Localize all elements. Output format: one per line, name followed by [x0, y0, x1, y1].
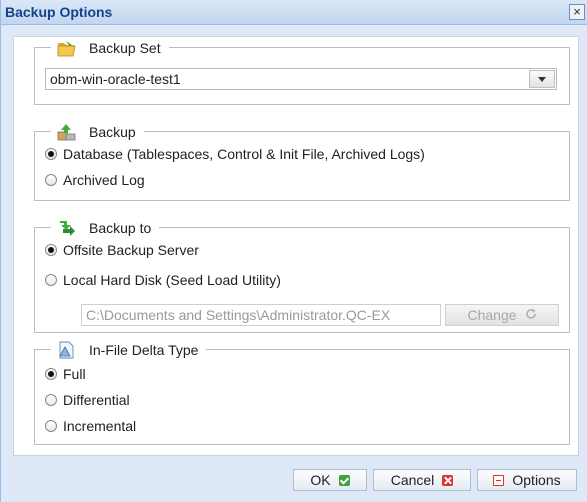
- backup-destination-icon: [57, 219, 77, 237]
- backup-upload-icon: [57, 123, 77, 141]
- refresh-icon: [525, 307, 537, 323]
- delta-document-icon: [57, 341, 77, 359]
- radio-button[interactable]: [45, 420, 57, 432]
- backup-to-label: Backup to: [89, 220, 152, 236]
- close-x-icon: [442, 474, 454, 486]
- backup-set-legend: Backup Set: [51, 37, 169, 59]
- radio-full[interactable]: Full: [45, 366, 86, 382]
- backup-to-group: Backup to Offsite Backup Server Local Ha…: [34, 217, 570, 333]
- check-icon: [338, 474, 350, 486]
- folder-open-icon: [57, 39, 77, 57]
- cancel-label: Cancel: [390, 472, 435, 488]
- radio-differential-label: Differential: [63, 392, 130, 408]
- radio-offsite-label: Offsite Backup Server: [63, 242, 199, 258]
- backup-options-dialog: Backup Options × Backup Set obm-win-orac…: [0, 0, 587, 502]
- radio-offsite-server[interactable]: Offsite Backup Server: [45, 242, 199, 258]
- radio-button[interactable]: [45, 274, 57, 286]
- delta-type-group: In-File Delta Type Full Differential Inc…: [34, 339, 570, 445]
- change-button: Change: [445, 304, 559, 326]
- radio-archived-log[interactable]: Archived Log: [45, 172, 145, 188]
- backup-label: Backup: [89, 124, 136, 140]
- delta-type-legend: In-File Delta Type: [51, 339, 207, 361]
- backup-to-legend: Backup to: [51, 217, 160, 239]
- title-bar[interactable]: Backup Options ×: [1, 0, 587, 25]
- backup-group: Backup Database (Tablespaces, Control & …: [34, 121, 570, 201]
- radio-local-disk-label: Local Hard Disk (Seed Load Utility): [63, 272, 281, 288]
- radio-incremental[interactable]: Incremental: [45, 418, 136, 434]
- radio-local-disk[interactable]: Local Hard Disk (Seed Load Utility): [45, 272, 281, 288]
- ok-label: OK: [310, 472, 331, 488]
- options-label: Options: [512, 472, 561, 488]
- radio-database[interactable]: Database (Tablespaces, Control & Init Fi…: [45, 146, 425, 162]
- radio-button-checked[interactable]: [45, 368, 57, 380]
- backup-legend: Backup: [51, 121, 144, 143]
- backup-set-label: Backup Set: [89, 40, 161, 56]
- ok-button[interactable]: OK: [293, 469, 367, 491]
- backup-set-value: obm-win-oracle-test1: [50, 71, 181, 87]
- radio-button-checked[interactable]: [45, 148, 57, 160]
- radio-button-checked[interactable]: [45, 244, 57, 256]
- backup-set-group: Backup Set obm-win-oracle-test1: [34, 37, 570, 105]
- cancel-button[interactable]: Cancel: [373, 469, 471, 491]
- dialog-content: Backup Set obm-win-oracle-test1 Backup D…: [13, 36, 579, 456]
- delta-type-label: In-File Delta Type: [89, 342, 199, 358]
- dropdown-arrow-icon[interactable]: [529, 70, 555, 88]
- radio-differential[interactable]: Differential: [45, 392, 130, 408]
- radio-button[interactable]: [45, 174, 57, 186]
- close-button[interactable]: ×: [569, 4, 585, 20]
- dialog-title: Backup Options: [5, 4, 113, 20]
- radio-incremental-label: Incremental: [63, 418, 137, 434]
- radio-database-label: Database (Tablespaces, Control & Init Fi…: [63, 146, 425, 162]
- radio-archived-log-label: Archived Log: [63, 172, 145, 188]
- options-button[interactable]: Options: [477, 469, 577, 491]
- change-button-label: Change: [467, 307, 517, 323]
- radio-full-label: Full: [63, 366, 86, 382]
- minus-icon: [493, 474, 505, 486]
- radio-button[interactable]: [45, 394, 57, 406]
- backup-set-select[interactable]: obm-win-oracle-test1: [45, 68, 557, 90]
- local-path-field: C:\Documents and Settings\Administrator.…: [81, 304, 441, 326]
